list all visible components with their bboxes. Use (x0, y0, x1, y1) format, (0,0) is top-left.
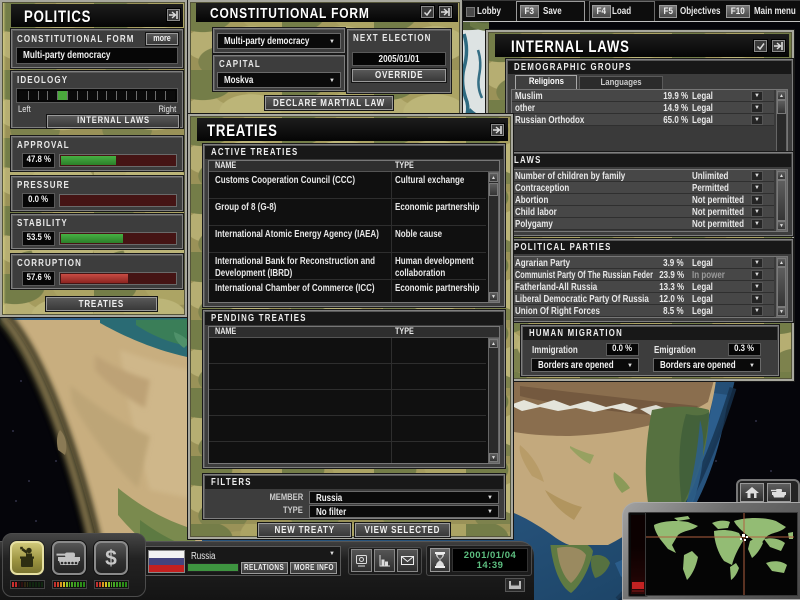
svg-text:$: $ (105, 547, 117, 570)
